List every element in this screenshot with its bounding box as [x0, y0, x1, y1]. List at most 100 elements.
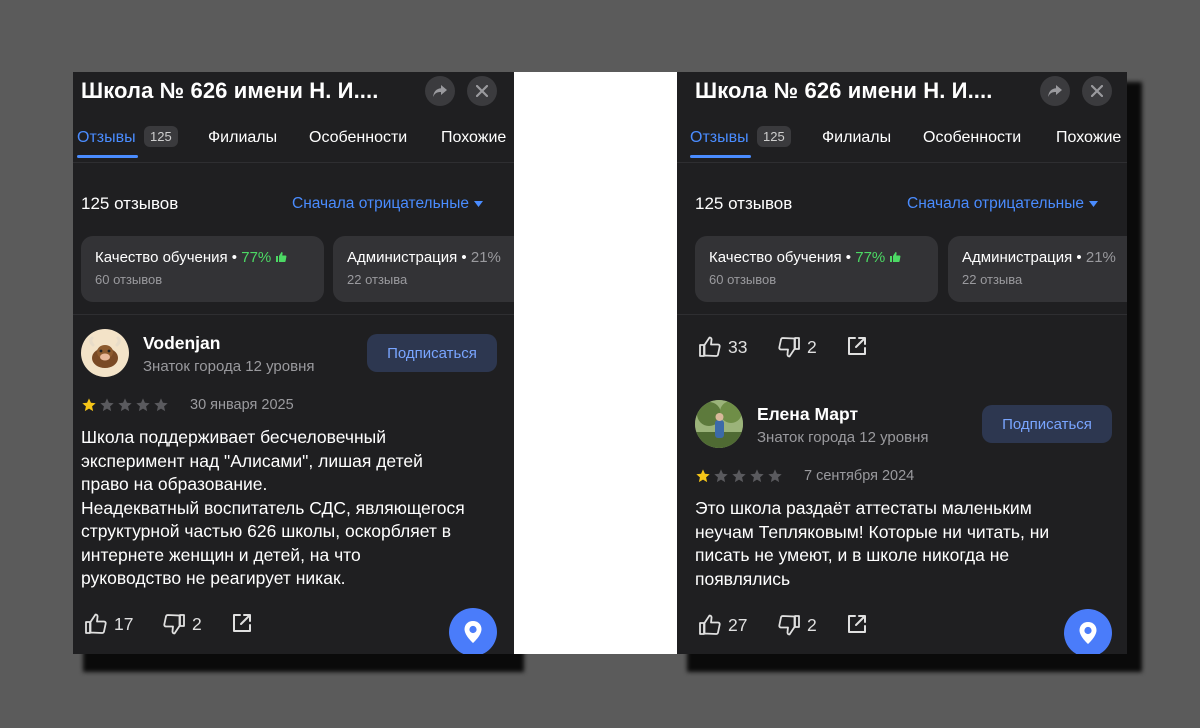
star-icon	[714, 469, 728, 483]
active-tab-indicator	[77, 155, 138, 158]
tab-reviews-count-badge: 125	[757, 126, 791, 147]
tab-reviews-count-badge: 125	[144, 126, 178, 147]
map-fab-button[interactable]	[449, 608, 497, 654]
star-icon	[154, 398, 168, 412]
review-date: 30 января 2025	[190, 397, 294, 413]
thumb-up-icon	[276, 252, 287, 262]
chip-subtitle: 22 отзыва	[962, 272, 1023, 287]
close-icon	[476, 85, 488, 97]
tab-reviews[interactable]: Отзывы	[690, 129, 749, 147]
subscribe-button[interactable]: Подписаться	[367, 334, 497, 372]
dislike-count: 2	[807, 614, 817, 635]
thumb-down-icon	[778, 337, 800, 358]
like-button[interactable]: 27	[698, 613, 747, 637]
thumb-up-icon	[890, 252, 901, 262]
tabs-divider	[73, 162, 514, 163]
chip-subtitle: 22 отзыва	[347, 272, 408, 287]
subscribe-button[interactable]: Подписаться	[982, 405, 1112, 443]
chip-title: Качество обучения • 77%	[95, 249, 310, 266]
aspect-chip-teaching[interactable]: Качество обучения • 77% 60 отзывов	[81, 236, 324, 302]
star-icon	[732, 469, 746, 483]
right-screenshot-panel: Школа № 626 имени Н. И.... Отзывы 125 Фи…	[677, 72, 1127, 654]
chip-percent: 77%	[855, 249, 886, 266]
section-divider	[677, 314, 1127, 315]
share-button[interactable]	[425, 76, 455, 106]
like-button[interactable]: 33	[698, 335, 747, 359]
like-count: 17	[114, 613, 134, 634]
chip-subtitle: 60 отзывов	[95, 272, 163, 287]
aspect-chip-administration[interactable]: Администрация • 21% 22 отзыва	[333, 236, 514, 302]
thumb-down-icon	[778, 615, 800, 636]
star-icon	[118, 398, 132, 412]
page-title: Школа № 626 имени Н. И....	[695, 78, 993, 103]
star-icon	[696, 469, 710, 483]
left-screenshot-panel: Школа № 626 имени Н. И.... Отзывы 125 Фи…	[73, 72, 514, 654]
share-button[interactable]	[1040, 76, 1070, 106]
chip-percent: 21%	[470, 249, 501, 266]
external-share-icon	[848, 615, 866, 633]
star-icon	[750, 469, 764, 483]
tab-features[interactable]: Особенности	[923, 129, 1021, 147]
tab-branches[interactable]: Филиалы	[822, 129, 891, 147]
sort-label: Сначала отрицательные	[292, 195, 469, 212]
tab-similar[interactable]: Похожие	[1056, 129, 1121, 147]
dislike-count: 2	[807, 336, 817, 357]
section-divider	[73, 314, 514, 315]
dislike-button[interactable]: 2	[777, 335, 817, 359]
review-count: 125 отзывов	[81, 194, 179, 213]
share-review-button[interactable]	[231, 612, 253, 634]
thumb-down-icon	[163, 614, 185, 635]
review-author[interactable]: Елена Март	[757, 404, 858, 425]
chip-title: Качество обучения • 77%	[709, 249, 924, 266]
dislike-count: 2	[192, 613, 202, 634]
author-level: Знаток города 12 уровня	[143, 358, 315, 375]
sort-label: Сначала отрицательные	[907, 195, 1084, 212]
aspect-chip-teaching[interactable]: Качество обучения • 77% 60 отзывов	[695, 236, 938, 302]
share-review-button[interactable]	[846, 613, 868, 635]
white-separator	[514, 72, 677, 654]
close-button[interactable]	[467, 76, 497, 106]
photo-avatar[interactable]	[695, 400, 743, 448]
external-share-icon	[848, 337, 866, 355]
sort-dropdown[interactable]: Сначала отрицательные	[907, 195, 1098, 213]
map-fab-button[interactable]	[1064, 609, 1112, 654]
close-button[interactable]	[1082, 76, 1112, 106]
map-pin-icon	[1079, 622, 1097, 644]
yak-avatar[interactable]	[81, 329, 129, 377]
like-count: 27	[728, 614, 748, 635]
chip-title: Администрация • 21%	[347, 249, 501, 266]
caret-down-icon	[474, 201, 483, 207]
like-button[interactable]: 17	[84, 612, 133, 636]
review-count: 125 отзывов	[695, 194, 793, 213]
review-text: Школа поддерживает бесчеловечный экспери…	[81, 427, 465, 588]
thumb-up-icon	[699, 336, 721, 357]
chip-percent: 21%	[1085, 249, 1116, 266]
close-icon	[1091, 85, 1103, 97]
star-icon	[768, 469, 782, 483]
external-share-icon	[233, 614, 251, 632]
tab-similar[interactable]: Похожие	[441, 129, 506, 147]
caret-down-icon	[1089, 201, 1098, 207]
review-text: Это школа раздаёт аттестаты маленьким не…	[695, 498, 1050, 589]
tab-features[interactable]: Особенности	[309, 129, 407, 147]
like-count: 33	[728, 336, 748, 357]
tab-branches[interactable]: Филиалы	[208, 129, 277, 147]
sort-dropdown[interactable]: Сначала отрицательные	[292, 195, 483, 213]
tabs-divider	[677, 162, 1127, 163]
star-icon	[82, 398, 96, 412]
dislike-button[interactable]: 2	[777, 613, 817, 637]
page-title: Школа № 626 имени Н. И....	[81, 78, 379, 103]
thumb-up-icon	[699, 614, 721, 635]
review-author[interactable]: Vodenjan	[143, 333, 220, 354]
review-date: 7 сентября 2024	[804, 468, 915, 484]
dislike-button[interactable]: 2	[162, 612, 202, 636]
author-level: Знаток города 12 уровня	[757, 429, 929, 446]
aspect-chip-administration[interactable]: Администрация • 21% 22 отзыва	[948, 236, 1127, 302]
map-pin-icon	[464, 621, 482, 643]
chip-title: Администрация • 21%	[962, 249, 1116, 266]
tab-reviews[interactable]: Отзывы	[77, 129, 136, 147]
chip-subtitle: 60 отзывов	[709, 272, 777, 287]
share-review-button[interactable]	[846, 335, 868, 357]
rating-stars	[81, 397, 169, 413]
chip-percent: 77%	[241, 249, 272, 266]
